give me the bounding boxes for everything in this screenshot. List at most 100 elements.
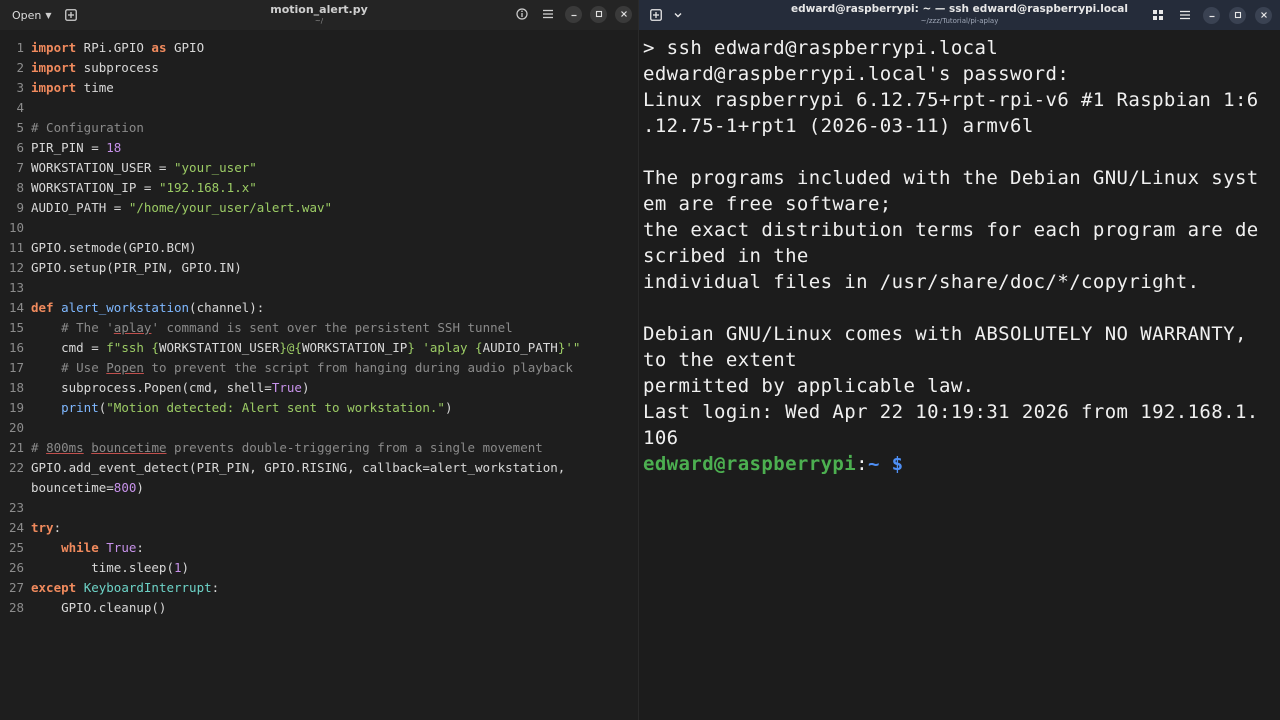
open-button-label: Open — [12, 8, 42, 22]
line-number: 21 — [8, 440, 24, 455]
maximize-icon — [1234, 11, 1241, 19]
code-line: 23 — [0, 498, 638, 518]
code-line: 11 GPIO.setmode(GPIO.BCM) — [0, 238, 638, 258]
code-line: 17 # Use Popen to prevent the script fro… — [0, 358, 638, 378]
terminal-line: edward@raspberrypi.local's password: — [643, 63, 1070, 85]
tab-overview-button[interactable] — [1149, 6, 1167, 24]
menu-button[interactable] — [1176, 6, 1194, 24]
line-number: 7 — [16, 160, 24, 175]
prompt-dollar: $ — [879, 453, 904, 475]
line-number: 10 — [8, 220, 24, 235]
line-number: 11 — [8, 240, 24, 255]
line-number: 17 — [8, 360, 24, 375]
text-editor-window: Open ▼ motion_alert.py ~/ 1 import RPi.G… — [0, 0, 639, 720]
terminal-line: 106 — [643, 427, 679, 449]
tab-dropdown-button[interactable] — [669, 6, 687, 24]
line-number: 15 — [8, 320, 24, 335]
new-tab-button[interactable] — [647, 6, 665, 24]
info-button[interactable] — [513, 5, 531, 23]
terminal-window-controls — [1149, 6, 1272, 24]
code-line: 28 GPIO.cleanup() — [0, 598, 638, 618]
line-number: 8 — [16, 180, 24, 195]
code-line: 20 — [0, 418, 638, 438]
line-number: 24 — [8, 520, 24, 535]
grid-icon — [1153, 10, 1163, 20]
terminal-line: Debian GNU/Linux comes with ABSOLUTELY N… — [643, 323, 1247, 345]
terminal-line: The programs included with the Debian GN… — [643, 167, 1259, 189]
new-tab-icon — [65, 9, 77, 21]
terminal-output[interactable]: > ssh edward@raspberrypi.local edward@ra… — [643, 35, 1276, 477]
code-line: 9 AUDIO_PATH = "/home/your_user/alert.wav… — [0, 198, 638, 218]
close-icon — [1260, 12, 1267, 18]
code-line: 4 — [0, 98, 638, 118]
terminal-line: scribed in the — [643, 245, 809, 267]
code-line-wrap: bouncetime=800) — [31, 480, 144, 495]
code-line: 1 import RPi.GPIO as GPIO — [0, 38, 638, 58]
line-number: 3 — [16, 80, 24, 95]
terminal-window: edward@raspberrypi: ~ — ssh edward@raspb… — [639, 0, 1280, 720]
terminal-line: individual files in /usr/share/doc/*/cop… — [643, 271, 1200, 293]
line-number: 19 — [8, 400, 24, 415]
terminal-line: permitted by applicable law. — [643, 375, 975, 397]
code-line: 16 cmd = f"ssh {WORKSTATION_USER}@{WORKS… — [0, 338, 638, 358]
line-number: 6 — [16, 140, 24, 155]
code-editor[interactable]: 1 import RPi.GPIO as GPIO 2 import subproc… — [0, 38, 638, 618]
terminal-line: > ssh edward@raspberrypi.local — [643, 37, 999, 59]
code-line: 2 import subprocess — [0, 58, 638, 78]
minimize-button[interactable] — [565, 5, 582, 23]
line-number: 13 — [8, 280, 24, 295]
close-button[interactable] — [615, 5, 632, 23]
menu-button[interactable] — [539, 5, 557, 23]
code-line: 12 GPIO.setup(PIR_PIN, GPIO.IN) — [0, 258, 638, 278]
code-line: 27 except KeyboardInterrupt: — [0, 578, 638, 598]
line-number: 12 — [8, 260, 24, 275]
code-line: 26 time.sleep(1) — [0, 558, 638, 578]
code-line: 19 print("Motion detected: Alert sent to… — [0, 398, 638, 418]
line-number: 26 — [8, 560, 24, 575]
code-line: 7 WORKSTATION_USER = "your_user" — [0, 158, 638, 178]
terminal-line: to the extent — [643, 349, 797, 371]
line-number: 4 — [16, 100, 24, 115]
terminal-tab-controls — [647, 6, 687, 24]
code-line: 22 GPIO.add_event_detect(PIR_PIN, GPIO.RI… — [0, 458, 638, 478]
code-line: 10 — [0, 218, 638, 238]
minimize-icon — [1209, 15, 1214, 18]
code-line: 8 WORKSTATION_IP = "192.168.1.x" — [0, 178, 638, 198]
code-line: 5 # Configuration — [0, 118, 638, 138]
line-number: 25 — [8, 540, 24, 555]
minimize-button[interactable] — [1203, 6, 1220, 24]
terminal-line: em are free software; — [643, 193, 892, 215]
maximize-button[interactable] — [590, 5, 607, 23]
editor-window-controls — [513, 5, 632, 23]
new-tab-icon — [650, 9, 662, 21]
line-number: 22 — [8, 460, 24, 475]
open-button[interactable]: Open ▼ — [6, 5, 58, 25]
code-line: 14 def alert_workstation(channel): — [0, 298, 638, 318]
editor-header-bar: Open ▼ motion_alert.py ~/ — [0, 0, 638, 30]
line-number: 20 — [8, 420, 24, 435]
maximize-icon — [595, 10, 602, 18]
prompt-colon: : — [856, 453, 868, 475]
info-icon — [516, 8, 528, 20]
line-number: 27 — [8, 580, 24, 595]
new-tab-button[interactable] — [62, 6, 80, 24]
code-line: 25 while True: — [0, 538, 638, 558]
code-line: 18 subprocess.Popen(cmd, shell=True) — [0, 378, 638, 398]
code-line: 24 try: — [0, 518, 638, 538]
shell-prompt[interactable]: edward@raspberrypi:~ $ — [643, 451, 1276, 477]
code-line: 21 # 800ms bouncetime prevents double-tri… — [0, 438, 638, 458]
code-line: 3 import time — [0, 78, 638, 98]
maximize-button[interactable] — [1229, 6, 1246, 24]
line-number: 18 — [8, 380, 24, 395]
code-line: 6 PIR_PIN = 18 — [0, 138, 638, 158]
line-number: 14 — [8, 300, 24, 315]
line-number: 1 — [16, 40, 24, 55]
menu-icon — [1180, 10, 1190, 20]
close-button[interactable] — [1255, 6, 1272, 24]
line-number: 2 — [16, 60, 24, 75]
terminal-line: .12.75-1+rpt1 (2026-03-11) armv6l — [643, 115, 1034, 137]
line-number: 23 — [8, 500, 24, 515]
line-number: 16 — [8, 340, 24, 355]
